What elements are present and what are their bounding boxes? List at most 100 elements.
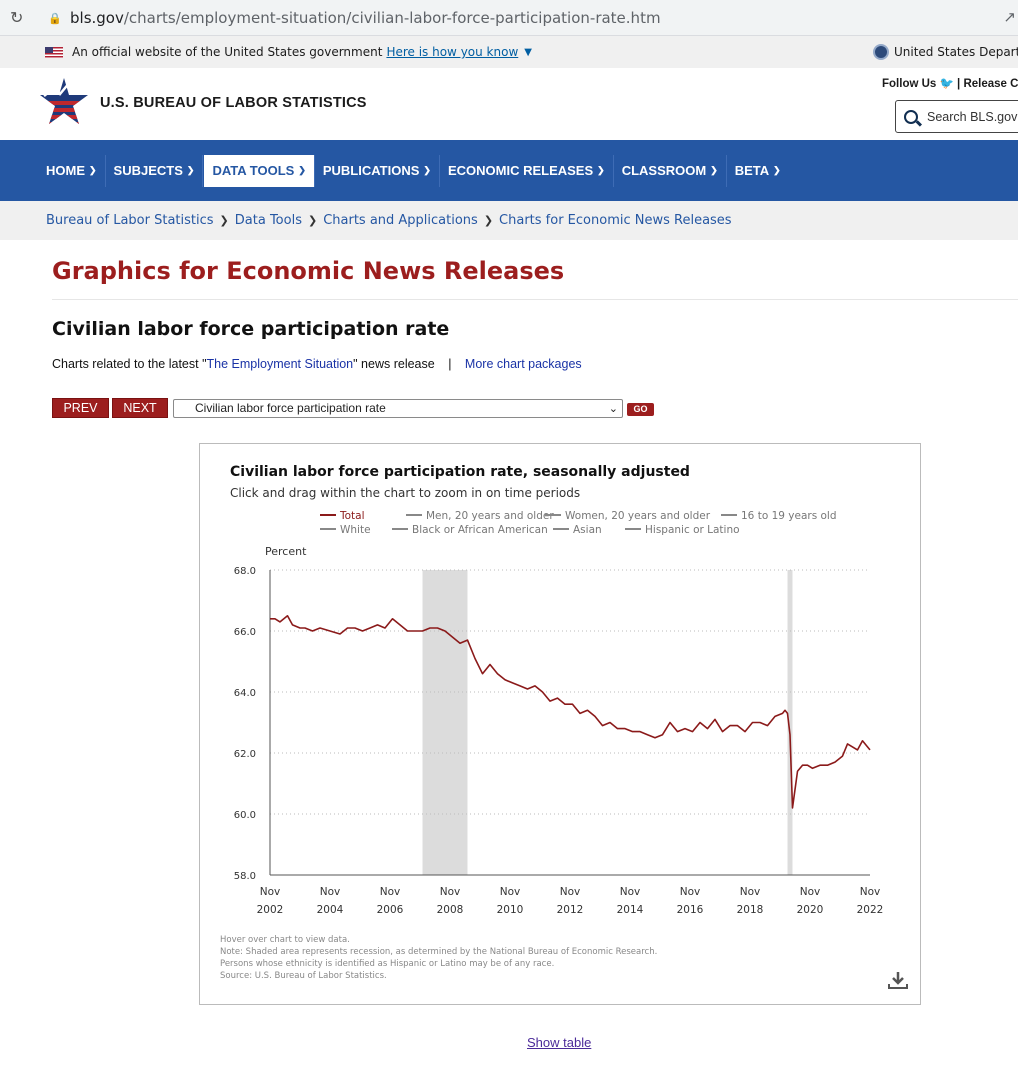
breadcrumb-charts-releases[interactable]: Charts for Economic News Releases	[499, 213, 732, 228]
department-link[interactable]: United States Departm	[873, 44, 1018, 60]
y-tick-label: 66.0	[234, 627, 256, 638]
department-text: United States Departm	[894, 45, 1018, 59]
related-prefix: Charts related to the latest "	[52, 357, 207, 371]
legend-item[interactable]: Women, 20 years and older	[545, 510, 711, 522]
y-tick-label: 60.0	[234, 810, 256, 821]
twitter-icon[interactable]: 🐦	[940, 78, 954, 90]
next-button[interactable]: NEXT	[112, 398, 168, 418]
chevron-right-icon: ❯	[307, 214, 318, 227]
y-tick-label: 68.0	[234, 566, 256, 577]
employment-situation-link[interactable]: The Employment Situation	[207, 357, 354, 371]
page-title: Graphics for Economic News Releases	[52, 257, 565, 285]
go-button[interactable]: GO	[627, 402, 654, 416]
nav-label: DATA TOOLS	[212, 163, 295, 178]
chevron-down-icon: ❯	[773, 165, 781, 175]
legend-item[interactable]: Men, 20 years and older	[406, 510, 554, 522]
x-tick-label: Nov	[260, 886, 281, 898]
nav-classroom[interactable]: CLASSROOM ❯	[614, 154, 727, 187]
share-icon[interactable]: ↗	[1003, 8, 1016, 26]
nav-label: SUBJECTS	[113, 163, 183, 178]
browser-toolbar: ↻ 🔒 bls.gov/charts/employment-situation/…	[0, 0, 1018, 36]
more-chart-packages-link[interactable]: More chart packages	[465, 357, 582, 371]
y-tick-label: 64.0	[234, 688, 256, 699]
chart-subtitle: Click and drag within the chart to zoom …	[230, 486, 580, 500]
chevron-down-icon[interactable]: ▼	[524, 47, 532, 58]
chart-container[interactable]: Civilian labor force participation rate,…	[199, 443, 921, 1005]
x-tick-label: Nov	[800, 886, 821, 898]
lock-icon[interactable]: 🔒	[48, 12, 62, 25]
series-line-total[interactable]	[270, 615, 871, 809]
how-you-know-link[interactable]: Here is how you know	[386, 45, 518, 59]
nav-subjects[interactable]: SUBJECTS ❯	[106, 154, 204, 187]
x-tick-year: 2018	[737, 904, 764, 916]
chevron-down-icon: ❯	[597, 165, 605, 175]
nav-publications[interactable]: PUBLICATIONS ❯	[315, 154, 440, 187]
breadcrumb-data-tools[interactable]: Data Tools	[235, 213, 302, 228]
dol-seal-icon	[873, 44, 889, 60]
y-tick-label: 58.0	[234, 871, 256, 882]
chart-navigation: PREV NEXT Civilian labor force participa…	[52, 398, 654, 418]
chevron-down-icon: ❯	[89, 165, 97, 175]
search-input[interactable]: Search BLS.gov	[895, 100, 1018, 133]
legend-item[interactable]: Total	[320, 510, 365, 522]
legend-item[interactable]: Asian	[553, 524, 602, 536]
nav-home[interactable]: HOME ❯	[38, 154, 106, 187]
download-icon[interactable]	[888, 970, 908, 990]
nav-beta[interactable]: BETA ❯	[727, 155, 789, 187]
line-chart[interactable]: Civilian labor force participation rate,…	[200, 444, 920, 1004]
legend-label: Hispanic or Latino	[645, 524, 740, 536]
prev-button[interactable]: PREV	[52, 398, 109, 418]
nav-label: PUBLICATIONS	[322, 163, 420, 178]
chevron-down-icon: ❯	[710, 165, 718, 175]
chart-note: Persons whose ethnicity is identified as…	[220, 959, 554, 969]
address-bar[interactable]: 🔒 bls.gov/charts/employment-situation/ci…	[36, 4, 1018, 32]
breadcrumb-bls[interactable]: Bureau of Labor Statistics	[46, 213, 214, 228]
plot-area[interactable]: 68.0 66.0 64.0 62.0 60.0 58.0 Nov 2002 Nov 2004 No…	[234, 566, 884, 916]
follow-us[interactable]: Follow Us 🐦 | Release Cal	[882, 76, 1018, 90]
search-placeholder: Search BLS.gov	[927, 109, 1018, 124]
main-nav: HOME ❯ SUBJECTS ❯ DATA TOOLS ❯ PUBLICATIONS…	[0, 140, 1018, 201]
legend-label: Total	[339, 510, 365, 522]
gov-banner-text: An official website of the United States…	[72, 45, 383, 59]
x-tick-label: Nov	[320, 886, 341, 898]
related-text: Charts related to the latest "The Employ…	[52, 357, 582, 371]
nav-label: CLASSROOM	[621, 163, 707, 178]
x-tick-year: 2010	[497, 904, 524, 916]
legend-label: Black or African American	[412, 524, 548, 536]
show-table-link[interactable]: Show table	[527, 1035, 591, 1050]
legend-item[interactable]: Hispanic or Latino	[625, 524, 740, 536]
search-icon[interactable]	[904, 109, 918, 124]
legend-item[interactable]: White	[320, 524, 371, 536]
nav-data-tools[interactable]: DATA TOOLS ❯	[204, 154, 315, 187]
legend-label: Men, 20 years and older	[426, 510, 554, 522]
breadcrumb-charts-applications[interactable]: Charts and Applications	[323, 213, 478, 228]
recession-band	[422, 570, 468, 875]
chart-select[interactable]: Civilian labor force participation rate …	[173, 398, 623, 418]
site-header: U.S. BUREAU OF LABOR STATISTICS Follow U…	[0, 68, 1018, 140]
x-tick-year: 2008	[437, 904, 464, 916]
reload-icon[interactable]: ↻	[10, 8, 30, 28]
x-tick-year: 2022	[857, 904, 884, 916]
chart-legend[interactable]: Total Men, 20 years and older Women, 20 ye…	[320, 510, 837, 536]
x-tick-label: Nov	[500, 886, 521, 898]
url-host: bls.gov	[70, 9, 124, 27]
chart-select-value: Civilian labor force participation rate	[195, 401, 386, 415]
separator: |	[448, 357, 452, 371]
chart-note: Hover over chart to view data.	[220, 935, 350, 945]
x-tick-year: 2020	[797, 904, 824, 916]
legend-label: 16 to 19 years old	[741, 510, 837, 522]
site-title[interactable]: U.S. BUREAU OF LABOR STATISTICS	[100, 95, 367, 111]
gov-banner: An official website of the United States…	[0, 36, 1018, 68]
nav-economic-releases[interactable]: ECONOMIC RELEASES ❯	[440, 154, 614, 187]
bls-logo-icon[interactable]	[38, 74, 90, 130]
legend-label: White	[340, 524, 371, 536]
x-tick-year: 2012	[557, 904, 584, 916]
x-tick-label: Nov	[740, 886, 761, 898]
x-tick-label: Nov	[620, 886, 641, 898]
nav-label: ECONOMIC RELEASES	[447, 163, 594, 178]
legend-item[interactable]: Black or African American	[392, 524, 548, 536]
chart-notes: Hover over chart to view data. Note: Shad…	[220, 935, 657, 981]
release-calendar-link[interactable]: | Release Cal	[957, 78, 1018, 90]
legend-item[interactable]: 16 to 19 years old	[721, 510, 837, 522]
follow-us-label: Follow Us	[882, 78, 937, 90]
